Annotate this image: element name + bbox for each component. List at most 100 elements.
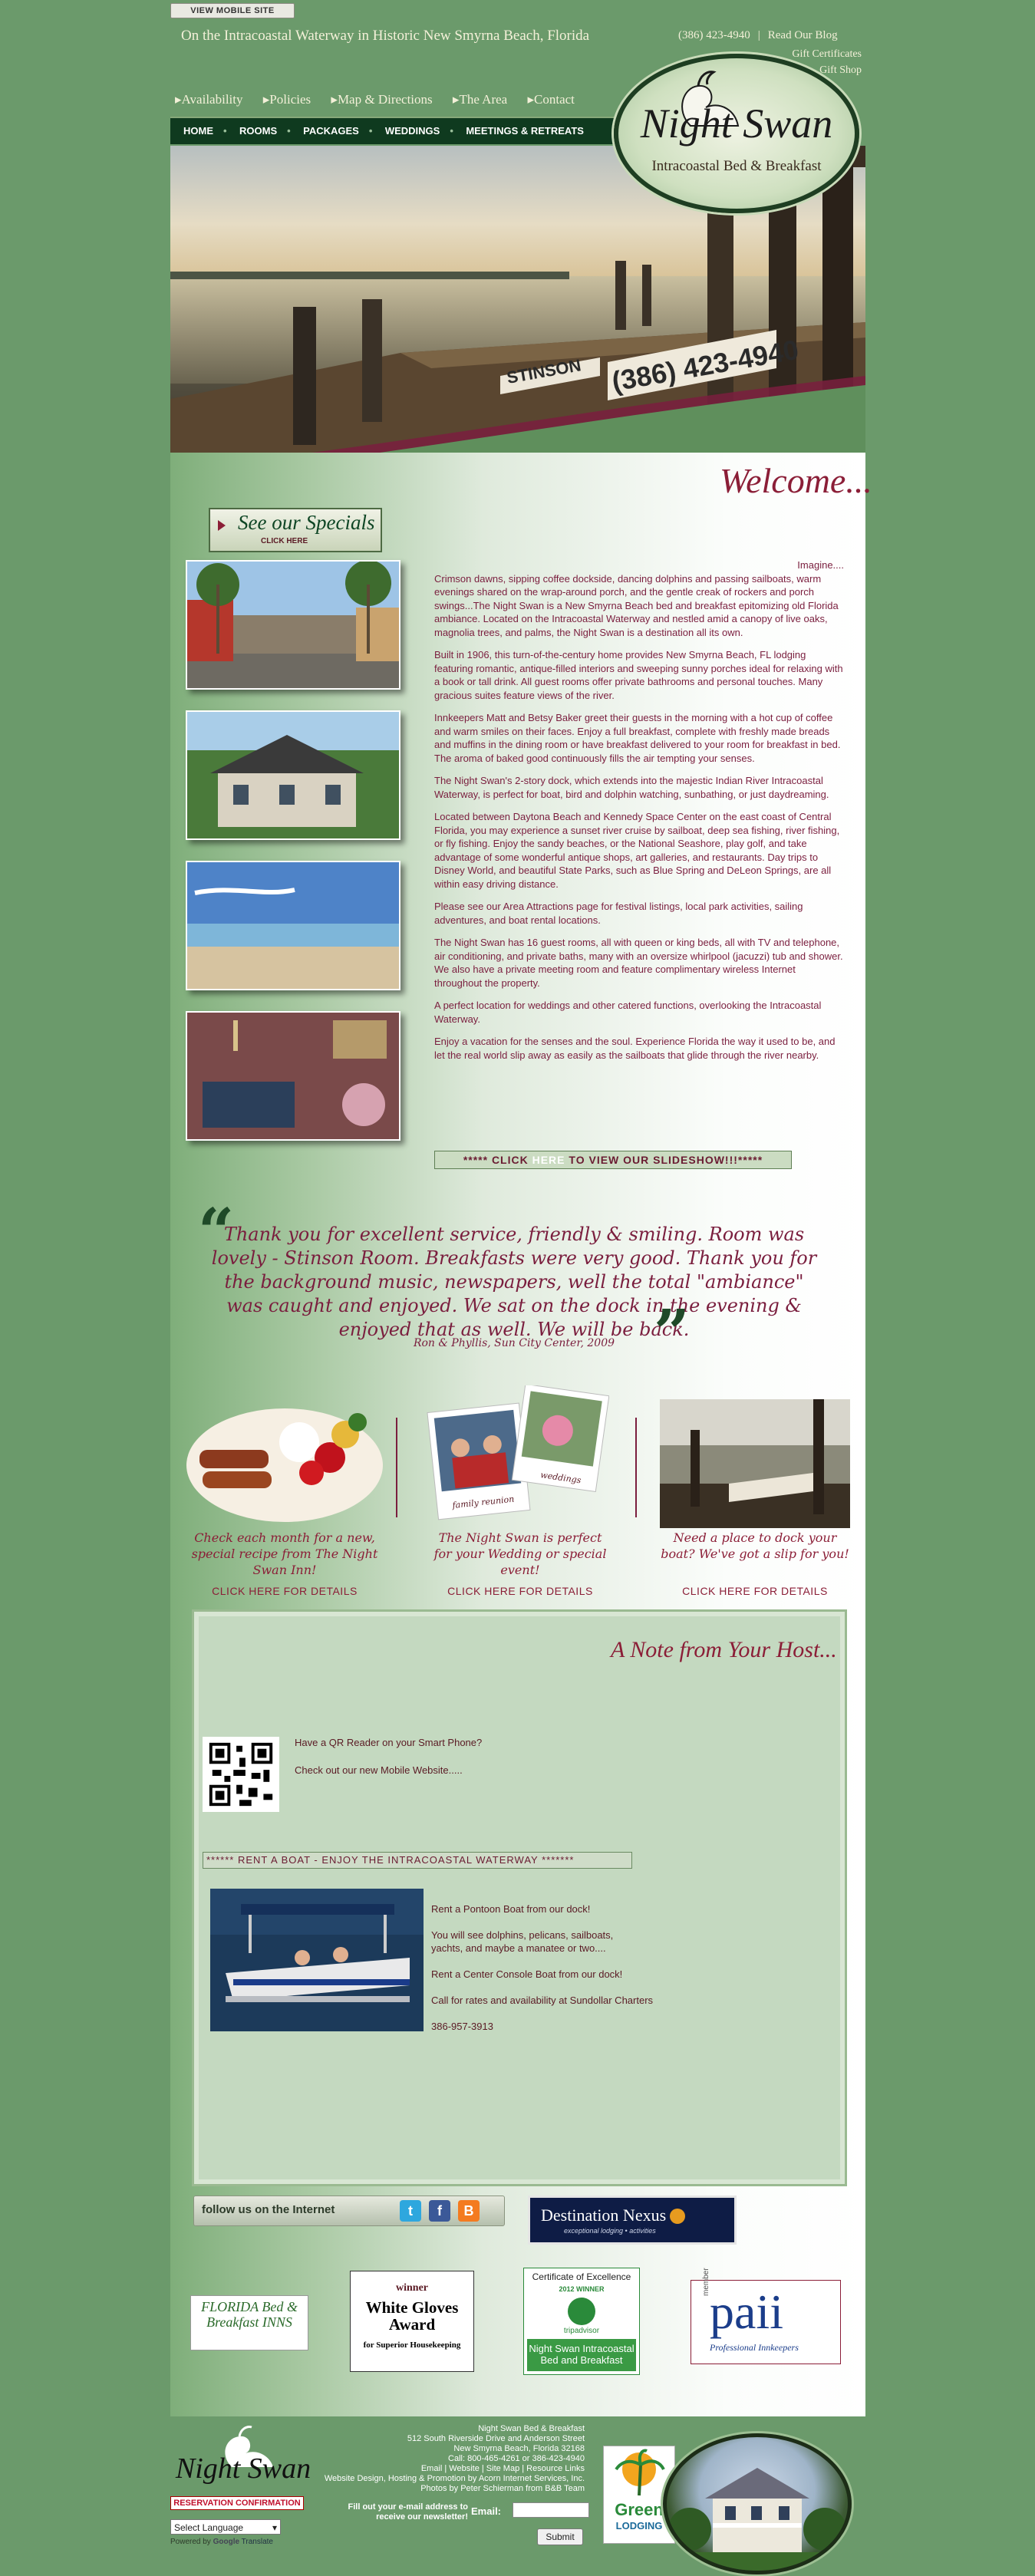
body-paragraph: Enjoy a vacation for the senses and the … xyxy=(434,1036,836,1061)
subnav-map-directions[interactable]: ▸Map & Directions xyxy=(331,92,432,107)
subnav-availability[interactable]: ▸Availability xyxy=(175,92,243,107)
footer-links[interactable]: Email | Website | Site Map | Resource Li… xyxy=(307,2464,585,2474)
slideshow-pre: ***** CLICK xyxy=(463,1154,532,1166)
tripadvisor-property: Night Swan Intracoastal Bed and Breakfas… xyxy=(527,2339,636,2371)
welcome-heading: Welcome... xyxy=(720,461,872,500)
destination-nexus-name: Destination Nexus xyxy=(541,2205,667,2225)
white-gloves-title: White Gloves Award xyxy=(365,2298,459,2334)
subnav-policies[interactable]: ▸Policies xyxy=(263,92,311,107)
tripadvisor-cert: Certificate of Excellence xyxy=(532,2271,631,2282)
white-gloves-winner: winner xyxy=(396,2282,428,2294)
street-photo xyxy=(186,560,400,690)
testimonial-quote: Thank you for excellent service, friendl… xyxy=(211,1224,817,1340)
subnav-label: The Area xyxy=(459,92,508,107)
nav-rooms[interactable]: ROOMS xyxy=(223,118,290,144)
wildlife-line: You will see dolphins, pelicans, sailboa… xyxy=(431,1929,614,1954)
boat-slip-promo-image[interactable] xyxy=(660,1399,850,1528)
body-paragraph: Crimson dawns, sipping coffee dockside, … xyxy=(434,572,839,638)
dock-art xyxy=(660,1399,850,1528)
inn-exterior-art xyxy=(187,712,399,838)
body-paragraph: A perfect location for weddings and othe… xyxy=(434,1000,822,1025)
sub-navigation: ▸Availability ▸Policies ▸Map & Direction… xyxy=(175,92,592,107)
breakfast-art xyxy=(186,1408,383,1522)
console-rent-line: Rent a Center Console Boat from our dock… xyxy=(431,1968,623,1980)
paii-sub: Professional Innkeepers xyxy=(710,2342,799,2353)
white-gloves-sub: for Superior Housekeeping xyxy=(363,2340,461,2350)
subnav-label: Policies xyxy=(269,92,311,107)
footer-logo[interactable]: Night Swan xyxy=(170,2424,316,2490)
view-mobile-site-button[interactable]: VIEW MOBILE SITE xyxy=(170,3,295,18)
parlor-art xyxy=(187,1013,399,1139)
white-gloves-badge[interactable]: winner White Gloves Award for Superior H… xyxy=(350,2271,474,2372)
see-our-specials-button[interactable]: See our Specials CLICK HERE xyxy=(209,508,382,552)
imagine-text: Imagine.... xyxy=(797,559,844,571)
destination-nexus-badge[interactable]: Destination Nexus exceptional lodging • … xyxy=(528,2196,737,2245)
sundollar-line[interactable]: Call for rates and availability at Sundo… xyxy=(431,1994,653,2007)
translate-link[interactable]: Translate xyxy=(242,2538,273,2546)
address-line: Night Swan Bed & Breakfast xyxy=(478,2424,585,2433)
body-paragraph: Located between Daytona Beach and Kenned… xyxy=(434,811,840,890)
florida-bb-badge[interactable]: FLORIDA Bed & Breakfast INNS xyxy=(190,2295,308,2350)
body-paragraph: The Night Swan's 2-story dock, which ext… xyxy=(434,775,829,800)
paii-logo: paii xyxy=(710,2284,783,2339)
twitter-icon[interactable]: t xyxy=(400,2200,421,2222)
nav-weddings[interactable]: WEDDINGS xyxy=(369,118,453,144)
body-paragraph: Built in 1906, this turn-of-the-century … xyxy=(434,649,843,701)
divider xyxy=(635,1418,637,1517)
subnav-contact[interactable]: ▸Contact xyxy=(527,92,574,107)
email-label: Email: xyxy=(471,2505,502,2517)
boat-slip-details-link[interactable]: CLICK HERE FOR DETAILS xyxy=(660,1585,850,1597)
pontoon-rent-line: Rent a Pontoon Boat from our dock! xyxy=(431,1903,591,1915)
language-select[interactable]: Select Language ▾ xyxy=(170,2519,281,2535)
pontoon-boat-photo xyxy=(210,1889,424,2031)
charter-phone: 386-957-3913 xyxy=(431,2021,493,2032)
qr-text: Have a QR Reader on your Smart Phone? Ch… xyxy=(295,1735,482,1778)
welcome-body: Imagine.... Crimson dawns, sipping coffe… xyxy=(434,558,844,1071)
chevron-down-icon: ▾ xyxy=(272,2522,277,2533)
body-paragraph: The Night Swan has 16 guest rooms, all w… xyxy=(434,937,843,989)
follow-us-bar: follow us on the Internet t f B xyxy=(193,2196,505,2226)
nav-meetings-retreats[interactable]: MEETINGS & RETREATS xyxy=(450,118,597,144)
main-navigation: HOMEROOMSPACKAGESWEDDINGSMEETINGS & RETR… xyxy=(170,117,617,144)
arrow-right-icon xyxy=(218,520,226,531)
address-line: New Smyrna Beach, Florida 32168 xyxy=(453,2444,585,2453)
nexus-logo-icon xyxy=(670,2209,685,2224)
tripadvisor-year: 2012 WINNER xyxy=(559,2285,605,2293)
slideshow-here-link[interactable]: HERE xyxy=(532,1154,565,1166)
footer-logo-name: Night Swan xyxy=(175,2452,311,2485)
subnav-label: Contact xyxy=(534,92,575,107)
read-blog-link[interactable]: Read Our Blog xyxy=(768,29,838,41)
weddings-caption: The Night Swan is perfect for your Weddi… xyxy=(433,1530,607,1577)
recipe-details-link[interactable]: CLICK HERE FOR DETAILS xyxy=(184,1585,385,1597)
submit-button[interactable]: Submit xyxy=(537,2528,583,2545)
phone-and-blog: (386) 423-4940 | Read Our Blog xyxy=(678,29,838,41)
close-quote-icon: ” xyxy=(654,1296,691,1370)
qr-code-art xyxy=(209,1742,273,1807)
mobile-website-link[interactable]: Check out our new Mobile Website..... xyxy=(295,1763,482,1778)
subnav-the-area[interactable]: ▸The Area xyxy=(453,92,507,107)
tripadvisor-badge[interactable]: Certificate of Excellence 2012 WINNER tr… xyxy=(523,2268,640,2375)
phone-number: (386) 423-4940 xyxy=(678,29,750,41)
beach-art xyxy=(187,862,399,989)
powered-text: Powered by xyxy=(170,2538,211,2546)
blogger-icon[interactable]: B xyxy=(458,2200,480,2222)
photo-collage-art: family reunion weddings xyxy=(427,1383,610,1520)
weddings-details-link[interactable]: CLICK HERE FOR DETAILS xyxy=(428,1585,612,1597)
nav-packages[interactable]: PACKAGES xyxy=(287,118,372,144)
specials-click: CLICK HERE xyxy=(261,537,308,545)
email-field[interactable] xyxy=(513,2502,589,2518)
specials-title: See our Specials xyxy=(238,511,375,534)
nav-home[interactable]: HOME xyxy=(170,118,226,144)
body-paragraph: Innkeepers Matt and Betsy Baker greet th… xyxy=(434,712,841,764)
address-line: 512 South Riverside Drive and Anderson S… xyxy=(407,2434,585,2443)
recipe-promo-image[interactable] xyxy=(184,1388,385,1524)
subnav-label: Map & Directions xyxy=(337,92,433,107)
paii-badge[interactable]: member paii Professional Innkeepers xyxy=(691,2268,841,2364)
weddings-promo-image[interactable]: family reunion weddings xyxy=(425,1383,610,1528)
slideshow-bar: ***** CLICK HERE TO VIEW OUR SLIDESHOW!!… xyxy=(434,1151,792,1169)
reservation-confirmation-button[interactable]: RESERVATION CONFIRMATION xyxy=(170,2496,304,2510)
qr-code-icon[interactable] xyxy=(203,1737,279,1812)
facebook-icon[interactable]: f xyxy=(429,2200,450,2222)
gift-certificates-link[interactable]: Gift Certificates xyxy=(792,46,862,62)
boat-rental-text: Rent a Pontoon Boat from our dock! You w… xyxy=(431,1902,653,2046)
